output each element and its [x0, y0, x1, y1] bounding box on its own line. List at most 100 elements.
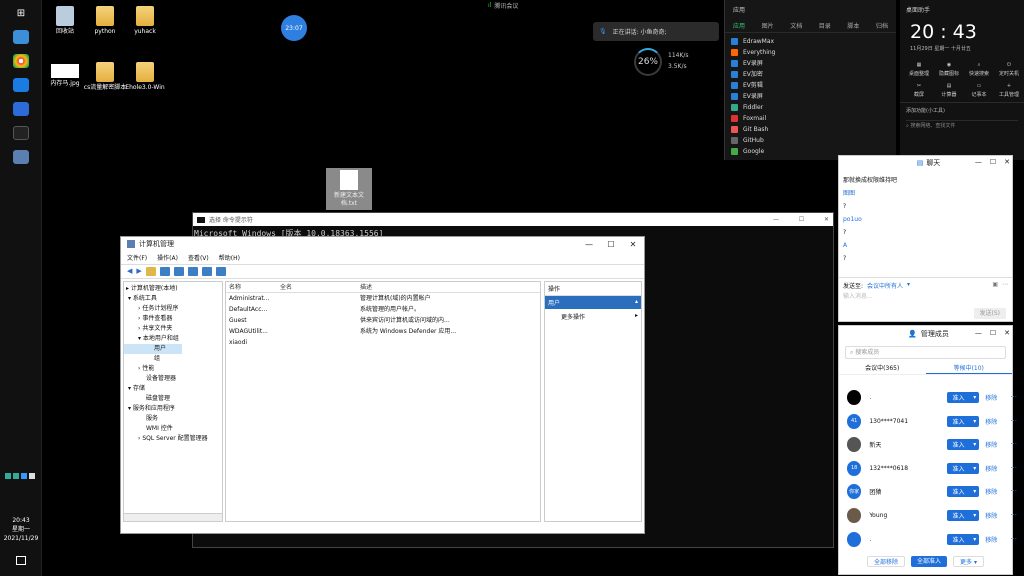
export-icon[interactable] [187, 267, 198, 276]
close-icon[interactable]: ✕ [1004, 329, 1010, 337]
tree-item-groups[interactable]: 组 [124, 354, 222, 364]
refresh-icon[interactable] [173, 267, 184, 276]
menu-help[interactable]: 帮助(H) [219, 253, 240, 262]
admit-button[interactable]: 准入 ▾ [946, 391, 980, 403]
more-actions-item[interactable]: 更多操作 ▸ [545, 309, 641, 324]
tool-item[interactable]: ✂ 截屏 [904, 83, 934, 98]
remove-all-button[interactable]: 全部移除 [867, 556, 906, 567]
tree-item-disk-management[interactable]: 磁盘管理 [124, 394, 222, 404]
admit-button[interactable]: 准入 ▾ [946, 415, 980, 427]
notification-icon[interactable] [16, 556, 26, 565]
launcher-app[interactable]: Everything [731, 47, 890, 58]
member-search-input[interactable]: ⌕ 搜索成员 [845, 346, 1006, 359]
window-icon[interactable] [13, 30, 29, 44]
tool-item[interactable]: + 工具管理 [994, 83, 1024, 98]
folder-ehole[interactable]: Ehole3.0-Win [122, 62, 168, 92]
properties-icon[interactable] [215, 267, 226, 276]
mmc-titlebar[interactable]: 计算机管理 — ☐ ✕ [121, 237, 644, 251]
send-to-dropdown[interactable]: 会议中所有人 [867, 281, 903, 290]
launcher-app[interactable]: Git Bash [731, 124, 890, 135]
tool-item[interactable]: ▭ 记事本 [964, 83, 994, 98]
more-options-icon[interactable]: ··· [1010, 464, 1017, 472]
back-arrow-icon[interactable]: ◀ [127, 267, 132, 276]
computer-management-window[interactable]: 计算机管理 — ☐ ✕ 文件(F) 操作(A) 查看(V) 帮助(H) ◀ ▶ ▸ … [120, 236, 645, 534]
table-row[interactable]: WDAGUtilit... 系统为 Windows Defender 应用... [226, 326, 540, 337]
tree-item-system-tools[interactable]: ▾ 系统工具 [124, 294, 222, 304]
tree-horizontal-scrollbar[interactable] [124, 513, 222, 521]
computer-management-icon[interactable] [13, 150, 29, 164]
tree-item-root[interactable]: ▸ 计算机管理(本地) [124, 284, 222, 294]
tree-item-device-manager[interactable]: 设备管理器 [124, 374, 222, 384]
windows-start-icon[interactable]: ⊞ [13, 8, 29, 22]
maximize-icon[interactable]: ☐ [799, 216, 804, 223]
tool-item[interactable]: ▦ 桌面整理 [904, 62, 934, 77]
chat-titlebar[interactable]: ▤ 聊天 — ☐ ✕ [839, 156, 1012, 170]
recording-timer[interactable]: 23:07 [281, 15, 307, 41]
tree-item-services-apps[interactable]: ▾ 服务和应用程序 [124, 404, 222, 414]
meeting-top-bar[interactable]: ıl 腾讯会议 [488, 0, 540, 11]
launcher-tab[interactable]: 应用 [733, 21, 745, 30]
column-header-fullname[interactable]: 全名 [280, 282, 360, 292]
launcher-tab[interactable]: 归档 [876, 21, 888, 30]
more-options-icon[interactable]: ··· [1010, 487, 1017, 495]
tool-item[interactable]: ◉ 隐藏图标 [934, 62, 964, 77]
maximize-icon[interactable]: ☐ [990, 158, 996, 166]
tab-waiting[interactable]: 等候中(10) [925, 363, 1012, 374]
menu-view[interactable]: 查看(V) [188, 253, 209, 262]
tree-item-task-scheduler[interactable]: › 任务计划程序 [124, 304, 222, 314]
launcher-app[interactable]: EV录屏 [731, 58, 890, 69]
remove-button[interactable]: 移除 [985, 393, 1004, 402]
close-icon[interactable]: ✕ [824, 216, 829, 223]
minimize-icon[interactable]: — [578, 240, 600, 249]
cmd-titlebar[interactable]: 选择 命令提示符 — ☐ ✕ [193, 213, 833, 226]
admit-button[interactable]: 准入 ▾ [946, 485, 980, 497]
image-icon[interactable]: ▣ [992, 281, 998, 290]
column-header-name[interactable]: 名称 [226, 282, 280, 292]
remove-button[interactable]: 移除 [985, 464, 1004, 473]
more-icon[interactable]: ⋯ [1002, 281, 1008, 290]
tool-item[interactable]: ▤ 计算器 [934, 83, 964, 98]
table-row[interactable]: Administrat... 管理计算机(域)的内置帐户 [226, 293, 540, 304]
minimize-icon[interactable]: — [975, 329, 982, 337]
forward-arrow-icon[interactable]: ▶ [136, 267, 141, 276]
chat-input[interactable]: 输入消息... [843, 291, 873, 300]
manage-members-window[interactable]: 👤 管理成员 — ☐ ✕ ⌕ 搜索成员 会议中(365) 等候中(10) . 准入 ▾ 移除… [838, 325, 1017, 575]
help-icon[interactable] [201, 267, 212, 276]
more-options-icon[interactable]: ··· [1010, 511, 1017, 519]
launcher-tab[interactable]: 脚本 [847, 21, 859, 30]
tree-item-event-viewer[interactable]: › 事件查看器 [124, 314, 222, 324]
remove-button[interactable]: 移除 [985, 417, 1004, 426]
app-icon[interactable] [13, 102, 29, 116]
remove-button[interactable]: 移除 [985, 511, 1004, 520]
minimize-icon[interactable]: — [975, 158, 982, 166]
more-options-icon[interactable]: ··· [1010, 417, 1017, 425]
menu-file[interactable]: 文件(F) [127, 253, 147, 262]
tool-item[interactable]: ⏻ 定时关机 [994, 62, 1024, 77]
tree-item-storage[interactable]: ▾ 存储 [124, 384, 222, 394]
launcher-app[interactable]: EdrawMax [731, 36, 890, 47]
tree-item-services[interactable]: 服务 [124, 414, 222, 424]
tray-icons[interactable] [4, 472, 38, 500]
chat-window[interactable]: ▤ 聊天 — ☐ ✕ 那就换成权限维持吧 图图 ? po1uo ? A ? 发送至: 会… [838, 155, 1013, 322]
actions-section-users[interactable]: 用户 ▴ [545, 296, 641, 309]
desktop-text-file[interactable]: 新建文本文档.txt [326, 168, 372, 210]
admit-all-button[interactable]: 全部准入 [911, 556, 948, 567]
terminal-icon[interactable] [13, 126, 29, 140]
tree-item-wmi[interactable]: WMI 控件 [124, 424, 222, 434]
column-header-description[interactable]: 描述 [360, 282, 540, 292]
remove-button[interactable]: 移除 [985, 440, 1004, 449]
folder-yuhack[interactable]: yuhack [122, 6, 168, 36]
launcher-app[interactable]: Foxmail [731, 113, 890, 124]
maximize-icon[interactable]: ☐ [990, 329, 996, 337]
tree-item-performance[interactable]: › 性能 [124, 364, 222, 374]
table-row[interactable]: Guest 供来宾访问计算机或访问域的内... [226, 315, 540, 326]
tree-item-sql-server[interactable]: › SQL Server 配置管理器 [124, 434, 222, 444]
table-row[interactable]: xiaodi [226, 337, 540, 348]
launcher-app[interactable]: EV剪辑 [731, 80, 890, 91]
minimize-icon[interactable]: — [773, 216, 779, 223]
launcher-app[interactable]: Fiddler [731, 102, 890, 113]
add-widget-link[interactable]: 添加功能(小工具) [900, 102, 1024, 118]
tree-item-users[interactable]: 用户 [124, 344, 182, 354]
remove-button[interactable]: 移除 [985, 535, 1004, 544]
close-icon[interactable]: ✕ [1004, 158, 1010, 166]
